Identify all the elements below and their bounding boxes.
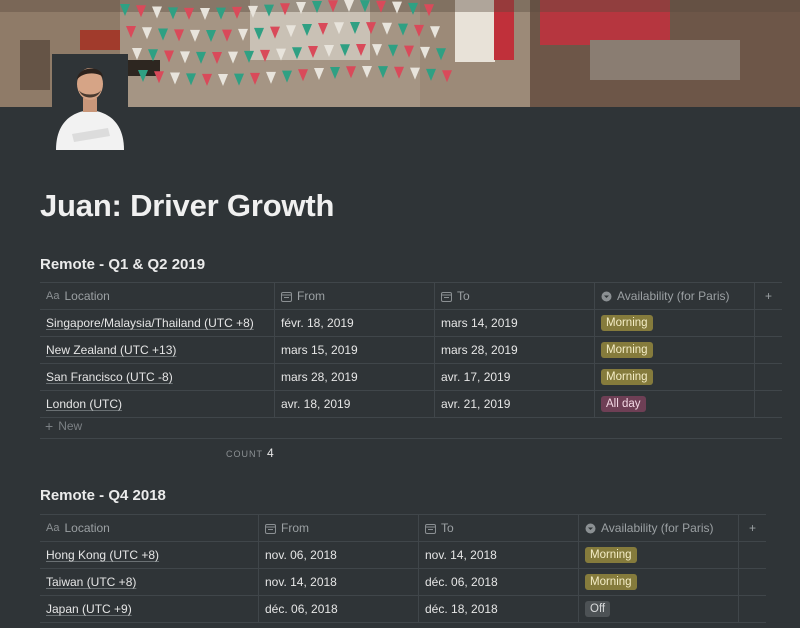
cell-to[interactable]: déc. 18, 2018 bbox=[419, 596, 579, 622]
select-property-icon bbox=[601, 291, 612, 302]
column-header-to[interactable]: To bbox=[435, 283, 595, 309]
table-row[interactable]: Singapore/Malaysia/Thailand (UTC +8) fév… bbox=[40, 310, 782, 337]
calendar-icon bbox=[425, 523, 436, 534]
new-row-button[interactable]: + New bbox=[40, 414, 782, 439]
cell-from[interactable]: déc. 06, 2018 bbox=[259, 596, 419, 622]
add-column-button[interactable]: + bbox=[755, 283, 782, 309]
cell-to[interactable]: mars 28, 2019 bbox=[435, 337, 595, 363]
cell-location[interactable]: Singapore/Malaysia/Thailand (UTC +8) bbox=[40, 310, 275, 336]
calendar-icon bbox=[265, 523, 276, 534]
count-value: 4 bbox=[267, 446, 274, 460]
cell-location[interactable]: Hong Kong (UTC +8) bbox=[40, 542, 259, 568]
text-property-icon: Aa bbox=[46, 522, 60, 534]
calendar-icon bbox=[281, 291, 292, 302]
plus-icon: + bbox=[45, 418, 54, 434]
cell-availability[interactable]: Morning bbox=[595, 364, 755, 390]
page-title[interactable]: Juan: Driver Growth bbox=[40, 188, 334, 224]
table-q4-2018: Aa Location From To Availability (for Pa… bbox=[40, 514, 766, 623]
table-row[interactable]: Hong Kong (UTC +8) nov. 06, 2018 nov. 14… bbox=[40, 542, 766, 569]
cell-to[interactable]: mars 14, 2019 bbox=[435, 310, 595, 336]
column-label: Location bbox=[64, 289, 110, 303]
table-row[interactable]: San Francisco (UTC -8) mars 28, 2019 avr… bbox=[40, 364, 782, 391]
cell-availability[interactable]: Morning bbox=[595, 310, 755, 336]
column-label: Location bbox=[64, 521, 110, 535]
column-header-availability[interactable]: Availability (for Paris) bbox=[595, 283, 755, 309]
column-label: From bbox=[281, 521, 309, 535]
column-header-to[interactable]: To bbox=[419, 515, 579, 541]
cell-location[interactable]: San Francisco (UTC -8) bbox=[40, 364, 275, 390]
add-column-button[interactable]: + bbox=[739, 515, 766, 541]
cell-empty bbox=[739, 596, 766, 622]
table-row[interactable]: Taiwan (UTC +8) nov. 14, 2018 déc. 06, 2… bbox=[40, 569, 766, 596]
column-header-location[interactable]: Aa Location bbox=[40, 283, 275, 309]
cell-location[interactable]: New Zealand (UTC +13) bbox=[40, 337, 275, 363]
cell-to[interactable]: déc. 06, 2018 bbox=[419, 569, 579, 595]
availability-tag: Morning bbox=[585, 574, 637, 590]
database-title-q4-2018[interactable]: Remote - Q4 2018 bbox=[40, 487, 166, 504]
cell-from[interactable]: nov. 06, 2018 bbox=[259, 542, 419, 568]
table-row[interactable]: Japan (UTC +9) déc. 06, 2018 déc. 18, 20… bbox=[40, 596, 766, 623]
cell-from[interactable]: mars 28, 2019 bbox=[275, 364, 435, 390]
availability-tag: Morning bbox=[601, 369, 653, 385]
availability-tag: Morning bbox=[601, 342, 653, 358]
select-property-icon bbox=[585, 523, 596, 534]
calendar-icon bbox=[441, 291, 452, 302]
cell-empty bbox=[755, 364, 782, 390]
new-row-label: New bbox=[58, 419, 83, 433]
table-header: Aa Location From To Availability (for Pa… bbox=[40, 282, 782, 310]
column-header-availability[interactable]: Availability (for Paris) bbox=[579, 515, 739, 541]
cell-from[interactable]: févr. 18, 2019 bbox=[275, 310, 435, 336]
availability-tag: Off bbox=[585, 601, 611, 617]
cell-empty bbox=[755, 310, 782, 336]
cell-location[interactable]: Taiwan (UTC +8) bbox=[40, 569, 259, 595]
column-label: To bbox=[441, 521, 454, 535]
page-icon-avatar[interactable] bbox=[52, 54, 128, 150]
cell-from[interactable]: nov. 14, 2018 bbox=[259, 569, 419, 595]
availability-tag: All day bbox=[601, 396, 646, 412]
cell-availability[interactable]: Morning bbox=[579, 569, 739, 595]
availability-tag: Morning bbox=[585, 547, 637, 563]
cell-empty bbox=[755, 337, 782, 363]
column-label: To bbox=[457, 289, 470, 303]
cell-empty bbox=[739, 542, 766, 568]
column-header-from[interactable]: From bbox=[275, 283, 435, 309]
cell-from[interactable]: mars 15, 2019 bbox=[275, 337, 435, 363]
availability-tag: Morning bbox=[601, 315, 653, 331]
table-row[interactable]: New Zealand (UTC +13) mars 15, 2019 mars… bbox=[40, 337, 782, 364]
cell-availability[interactable]: Morning bbox=[595, 337, 755, 363]
cell-availability[interactable]: Morning bbox=[579, 542, 739, 568]
cell-availability[interactable]: Off bbox=[579, 596, 739, 622]
column-header-location[interactable]: Aa Location bbox=[40, 515, 259, 541]
table-q1-q2-2019: Aa Location From To Availability (for Pa… bbox=[40, 282, 782, 418]
text-property-icon: Aa bbox=[46, 290, 60, 302]
column-label: From bbox=[297, 289, 325, 303]
cell-empty bbox=[739, 569, 766, 595]
cell-to[interactable]: nov. 14, 2018 bbox=[419, 542, 579, 568]
column-header-from[interactable]: From bbox=[259, 515, 419, 541]
column-label: Availability (for Paris) bbox=[601, 521, 714, 535]
cell-to[interactable]: avr. 17, 2019 bbox=[435, 364, 595, 390]
cell-location[interactable]: Japan (UTC +9) bbox=[40, 596, 259, 622]
count-summary[interactable]: COUNT 4 bbox=[226, 446, 274, 460]
table-header: Aa Location From To Availability (for Pa… bbox=[40, 514, 766, 542]
database-title-q1-q2-2019[interactable]: Remote - Q1 & Q2 2019 bbox=[40, 256, 205, 273]
count-label: COUNT bbox=[226, 449, 263, 459]
column-label: Availability (for Paris) bbox=[617, 289, 730, 303]
